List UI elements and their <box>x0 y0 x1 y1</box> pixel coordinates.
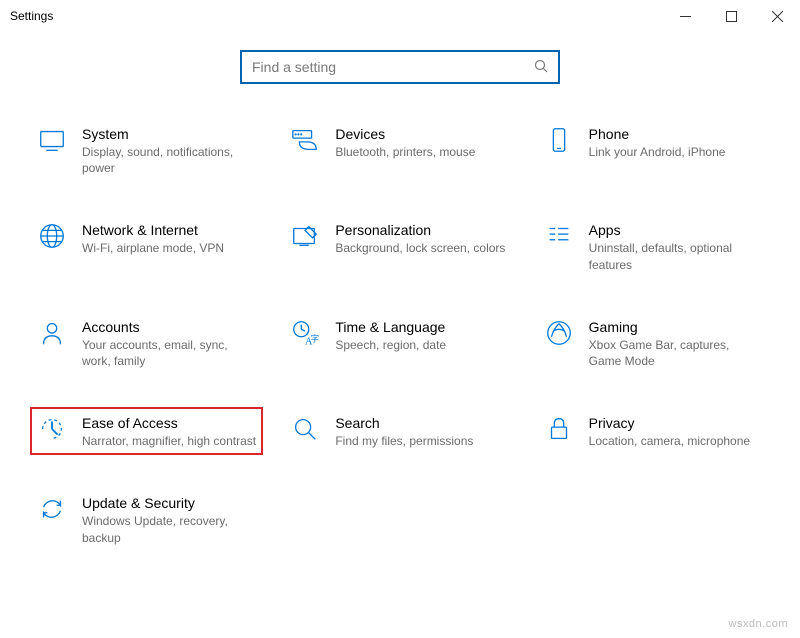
tile-desc: Background, lock screen, colors <box>335 240 510 256</box>
tile-title: Devices <box>335 126 510 142</box>
tile-system[interactable]: System Display, sound, notifications, po… <box>30 118 263 182</box>
search-placeholder: Find a setting <box>252 59 534 75</box>
tile-title: Search <box>335 415 510 431</box>
tile-title: Update & Security <box>82 495 262 511</box>
tile-network[interactable]: Network & Internet Wi-Fi, airplane mode,… <box>30 214 263 278</box>
maximize-button[interactable] <box>708 0 754 32</box>
tile-personalization[interactable]: Personalization Background, lock screen,… <box>283 214 516 278</box>
tile-desc: Display, sound, notifications, power <box>82 144 257 176</box>
gaming-icon <box>543 317 575 349</box>
tile-title: Gaming <box>589 319 764 335</box>
maximize-icon <box>726 11 737 22</box>
privacy-icon <box>543 413 575 445</box>
accounts-icon <box>36 317 68 349</box>
tile-desc: Your accounts, email, sync, work, family <box>82 337 257 369</box>
phone-icon <box>543 124 575 156</box>
titlebar: Settings <box>0 0 800 32</box>
tile-desc: Bluetooth, printers, mouse <box>335 144 510 160</box>
tile-desc: Find my files, permissions <box>335 433 510 449</box>
search-row: Find a setting <box>0 50 800 84</box>
tile-privacy[interactable]: Privacy Location, camera, microphone <box>537 407 770 455</box>
tile-phone[interactable]: Phone Link your Android, iPhone <box>537 118 770 182</box>
tile-title: Network & Internet <box>82 222 257 238</box>
tile-search[interactable]: Search Find my files, permissions <box>283 407 516 455</box>
close-button[interactable] <box>754 0 800 32</box>
tile-accounts[interactable]: Accounts Your accounts, email, sync, wor… <box>30 311 263 375</box>
tile-devices[interactable]: Devices Bluetooth, printers, mouse <box>283 118 516 182</box>
tile-title: Phone <box>589 126 764 142</box>
window-title: Settings <box>10 9 662 23</box>
time-language-icon: A字 <box>289 317 321 349</box>
minimize-button[interactable] <box>662 0 708 32</box>
svg-text:字: 字 <box>311 333 319 343</box>
tile-desc: Windows Update, recovery, backup <box>82 513 262 545</box>
minimize-icon <box>680 11 691 22</box>
tile-desc: Speech, region, date <box>335 337 510 353</box>
window-controls <box>662 0 800 32</box>
tile-time-language[interactable]: A字 Time & Language Speech, region, date <box>283 311 516 375</box>
apps-icon <box>543 220 575 252</box>
tile-desc: Uninstall, defaults, optional features <box>589 240 764 272</box>
tile-update-security[interactable]: Update & Security Windows Update, recove… <box>30 487 268 551</box>
tile-title: Apps <box>589 222 764 238</box>
personalization-icon <box>289 220 321 252</box>
search-input[interactable]: Find a setting <box>240 50 560 84</box>
tile-desc: Location, camera, microphone <box>589 433 764 449</box>
tile-ease-of-access[interactable]: Ease of Access Narrator, magnifier, high… <box>30 407 263 455</box>
tile-title: Personalization <box>335 222 510 238</box>
tile-title: System <box>82 126 257 142</box>
devices-icon <box>289 124 321 156</box>
tile-gaming[interactable]: Gaming Xbox Game Bar, captures, Game Mod… <box>537 311 770 375</box>
search-category-icon <box>289 413 321 445</box>
update-security-icon <box>36 493 68 525</box>
tile-desc: Wi-Fi, airplane mode, VPN <box>82 240 257 256</box>
tile-title: Accounts <box>82 319 257 335</box>
tile-title: Ease of Access <box>82 415 257 431</box>
watermark: wsxdn.com <box>728 618 788 630</box>
settings-grid: System Display, sound, notifications, po… <box>0 118 800 552</box>
ease-of-access-icon <box>36 413 68 445</box>
tile-desc: Xbox Game Bar, captures, Game Mode <box>589 337 764 369</box>
tile-desc: Narrator, magnifier, high contrast <box>82 433 257 449</box>
close-icon <box>772 11 783 22</box>
tile-title: Privacy <box>589 415 764 431</box>
tile-title: Time & Language <box>335 319 510 335</box>
network-icon <box>36 220 68 252</box>
tile-apps[interactable]: Apps Uninstall, defaults, optional featu… <box>537 214 770 278</box>
tile-desc: Link your Android, iPhone <box>589 144 764 160</box>
search-icon <box>534 59 548 76</box>
system-icon <box>36 124 68 156</box>
